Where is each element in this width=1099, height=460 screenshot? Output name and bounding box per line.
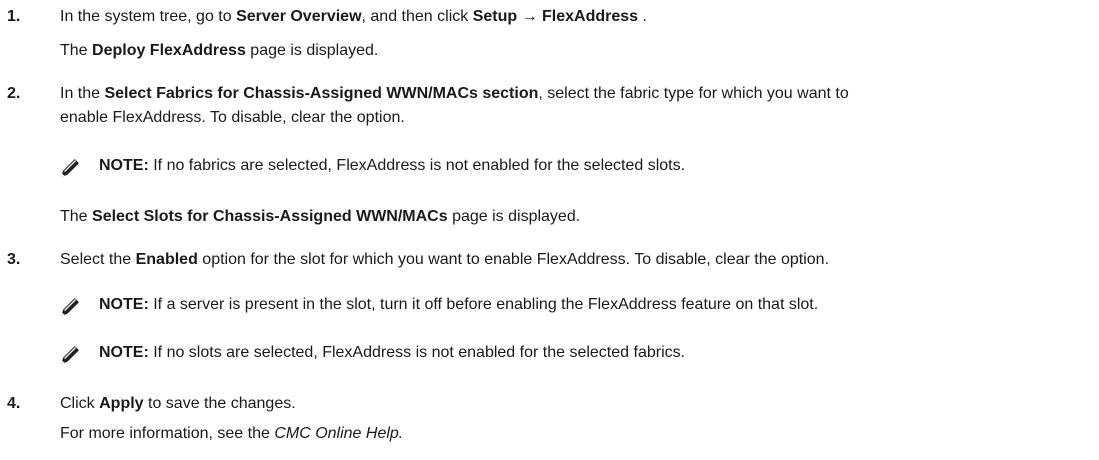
text: Click [60,395,100,412]
text: In the [60,85,105,102]
text: page is displayed. [447,208,581,225]
ui-term: FlexAddress [542,8,639,25]
note-text: NOTE: If a server is present in the slot… [99,296,818,314]
text: page is displayed. [245,42,379,59]
ui-term: Deploy FlexAddress [92,42,246,59]
step-text: In the Select Fabrics for Chassis-Assign… [60,85,849,103]
note-pencil-icon [61,159,79,177]
step-number: 1. [7,8,21,25]
step-result: The Select Slots for Chassis-Assigned WW… [60,208,580,226]
text: The [60,208,93,225]
doc-reference: CMC Online Help. [274,425,404,442]
text: The [60,42,93,59]
ui-term: Select Slots for Chassis-Assigned WWN/MA… [92,208,448,225]
ui-term: Apply [99,395,144,412]
step-text: In the system tree, go to Server Overvie… [60,8,647,26]
arrow-glyph: → [517,8,543,25]
text: option for the slot for which you want t… [197,251,830,268]
note-label: NOTE: [99,296,149,313]
step-text-cont: enable FlexAddress. To disable, clear th… [60,109,405,126]
text: to save the changes. [143,395,296,412]
step-result: For more information, see the CMC Online… [60,425,403,443]
ui-term: Setup [472,8,518,25]
text: , and then click [361,8,473,25]
step-text: Select the Enabled option for the slot f… [60,251,829,269]
note-label: NOTE: [99,157,149,174]
note-text: NOTE: If no slots are selected, FlexAddr… [99,344,685,362]
step-result: The Deploy FlexAddress page is displayed… [60,42,378,60]
ui-term: Server Overview [236,8,362,25]
step-text: Click Apply to save the changes. [60,395,296,413]
document-page: 1. In the system tree, go to Server Over… [0,0,1099,460]
note-body: If no fabrics are selected, FlexAddress … [148,157,686,174]
step-number: 3. [7,251,21,268]
step-number: 4. [7,395,21,412]
note-body: If a server is present in the slot, turn… [148,296,819,313]
text: . [638,8,647,25]
ui-term: Select Fabrics for Chassis-Assigned WWN/… [104,85,539,102]
text: , select the fabric type for which you w… [538,85,849,102]
note-pencil-icon [61,346,79,364]
ui-term: Enabled [135,251,198,268]
note-label: NOTE: [99,344,149,361]
note-body: If no slots are selected, FlexAddress is… [148,344,686,361]
step-number: 2. [7,85,21,102]
note-text: NOTE: If no fabrics are selected, FlexAd… [99,157,685,175]
text: For more information, see the [60,425,275,442]
note-pencil-icon [61,298,79,316]
text: In the system tree, go to [60,8,237,25]
text: Select the [60,251,136,268]
